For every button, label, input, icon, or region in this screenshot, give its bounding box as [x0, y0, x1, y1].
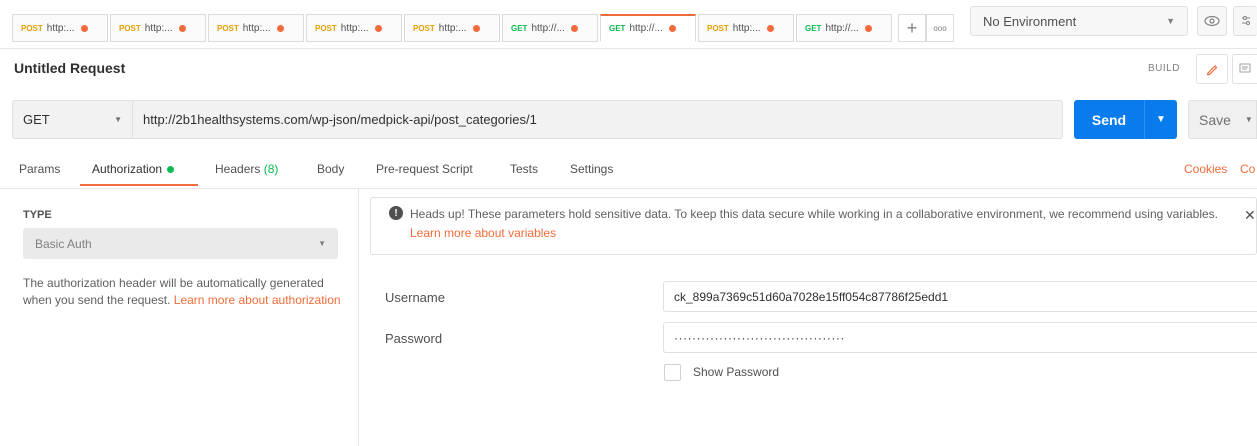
more-icon: ooo [933, 23, 947, 33]
auth-description: The authorization header will be automat… [23, 275, 343, 309]
send-options-button[interactable]: ▼ [1144, 100, 1177, 139]
tab-url: http:... [242, 22, 271, 34]
username-input[interactable] [663, 281, 1257, 312]
request-tab[interactable]: POST http:... [12, 14, 108, 42]
tab-method: POST [707, 23, 729, 33]
tab-method: GET [609, 24, 626, 33]
cookies-link[interactable]: Cookies [1184, 162, 1227, 176]
auth-type-value: Basic Auth [35, 236, 92, 251]
environment-quick-look-button[interactable] [1197, 6, 1227, 36]
tab-body[interactable]: Body [317, 162, 344, 176]
environment-select[interactable]: No Environment ▼ [970, 6, 1188, 36]
plus-icon: + [906, 17, 918, 38]
request-tab[interactable]: POST http:... [306, 14, 402, 42]
save-label: Save [1199, 111, 1231, 128]
unsaved-dot-icon [864, 24, 872, 32]
tab-method: GET [805, 23, 822, 33]
tab-options-button[interactable]: ooo [926, 14, 954, 42]
build-mode-label[interactable]: BUILD [1148, 63, 1180, 74]
edit-button[interactable] [1196, 54, 1228, 84]
tab-url: http:... [46, 22, 75, 34]
request-tab[interactable]: POST http:... [404, 14, 500, 42]
auth-type-select[interactable]: Basic Auth ▼ [23, 228, 338, 259]
unsaved-dot-icon [374, 24, 382, 32]
tab-tests[interactable]: Tests [510, 162, 538, 176]
tab-params[interactable]: Params [19, 162, 60, 176]
environment-selected: No Environment [983, 13, 1077, 29]
tab-method: POST [21, 23, 43, 33]
password-label: Password [385, 331, 443, 346]
headers-count: (8) [263, 162, 279, 176]
chevron-down-icon: ▼ [114, 115, 122, 124]
request-tab-active[interactable]: GET http://... [600, 14, 696, 42]
username-label: Username [385, 290, 445, 305]
show-password-checkbox[interactable] [664, 364, 681, 381]
chevron-down-icon: ▼ [1166, 16, 1175, 26]
unsaved-dot-icon [668, 25, 676, 32]
request-tab[interactable]: POST http:... [110, 14, 206, 42]
tab-url: http://... [825, 22, 859, 34]
tab-settings[interactable]: Settings [570, 162, 613, 176]
tab-authorization[interactable]: Authorization [92, 162, 175, 176]
unsaved-dot-icon [80, 24, 88, 32]
url-input[interactable] [132, 100, 1063, 139]
tab-url: http:... [438, 22, 467, 34]
tab-headers-label: Headers [215, 162, 261, 176]
save-button[interactable]: Save ▼ [1188, 100, 1257, 139]
info-icon: ! [389, 206, 403, 220]
auth-type-panel [0, 188, 359, 446]
tab-prerequest-script[interactable]: Pre-request Script [376, 162, 473, 176]
tab-method: POST [217, 23, 239, 33]
chevron-down-icon: ▼ [1244, 115, 1253, 124]
tab-method: POST [413, 23, 435, 33]
tab-url: http:... [732, 22, 761, 34]
tab-url: http://... [531, 22, 565, 34]
tab-method: POST [315, 23, 337, 33]
tab-url: http:... [144, 22, 173, 34]
method-value: GET [23, 112, 50, 127]
unsaved-dot-icon [276, 24, 284, 32]
active-dot-icon [167, 166, 175, 174]
unsaved-dot-icon [178, 24, 186, 32]
password-input[interactable] [663, 322, 1257, 353]
close-icon[interactable]: ✕ [1244, 207, 1256, 224]
show-password-label[interactable]: Show Password [693, 365, 779, 379]
tab-method: GET [511, 23, 528, 33]
pencil-icon [1206, 65, 1218, 76]
comments-button[interactable] [1232, 54, 1257, 84]
sliders-icon [1241, 16, 1250, 25]
alert-message: Heads up! These parameters hold sensitiv… [410, 205, 1230, 243]
learn-more-authorization-link[interactable]: Learn more about authorization [174, 293, 341, 307]
request-tab[interactable]: POST http:... [698, 14, 794, 42]
unsaved-dot-icon [570, 24, 578, 32]
tab-url: http:... [340, 22, 369, 34]
eye-icon [1204, 15, 1220, 27]
learn-more-variables-link[interactable]: Learn more about variables [410, 226, 556, 240]
chevron-down-icon: ▼ [1156, 114, 1166, 125]
chevron-down-icon: ▼ [318, 239, 326, 248]
active-tab-indicator [80, 184, 198, 186]
tab-headers[interactable]: Headers (8) [215, 162, 278, 176]
tab-method: POST [119, 23, 141, 33]
comment-icon [1239, 63, 1251, 73]
method-select[interactable]: GET ▼ [12, 100, 132, 139]
unsaved-dot-icon [472, 24, 480, 32]
type-label: TYPE [23, 209, 52, 221]
unsaved-dot-icon [766, 24, 774, 32]
tab-authorization-label: Authorization [92, 162, 163, 176]
request-tab[interactable]: POST http:... [208, 14, 304, 42]
send-button[interactable]: Send [1074, 100, 1144, 139]
tab-url: http://... [629, 23, 663, 34]
code-link[interactable]: Co [1240, 162, 1255, 176]
request-tab[interactable]: GET http://... [502, 14, 598, 42]
new-tab-button[interactable]: + [898, 14, 926, 42]
manage-environments-button[interactable] [1233, 6, 1257, 36]
request-tab[interactable]: GET http://... [796, 14, 892, 42]
request-name[interactable]: Untitled Request [14, 60, 125, 76]
alert-message-text: Heads up! These parameters hold sensitiv… [410, 207, 1218, 221]
